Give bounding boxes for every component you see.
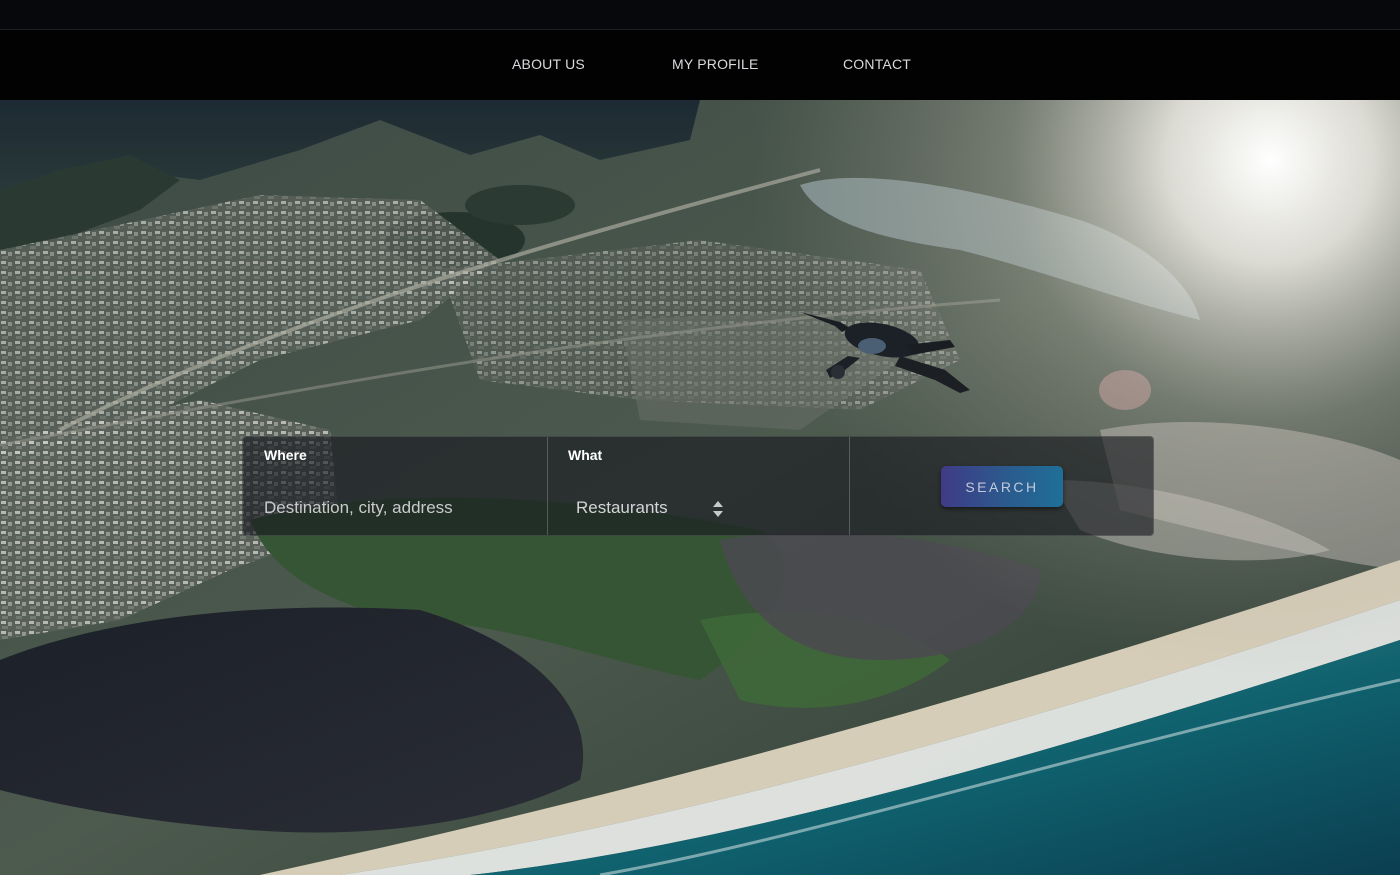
what-label: What: [568, 447, 603, 463]
select-arrows-icon: [713, 501, 723, 517]
search-action-group: SEARCH: [850, 437, 1153, 535]
nav-my-profile-link[interactable]: MY PROFILE: [672, 56, 759, 72]
nav-contact-link[interactable]: CONTACT: [843, 56, 911, 72]
main-navigation: ABOUT US MY PROFILE CONTACT: [0, 30, 1400, 100]
nav-about-us-link[interactable]: ABOUT US: [512, 56, 585, 72]
browser-top-strip: [0, 0, 1400, 30]
what-field-group: What Restaurants: [548, 437, 850, 535]
where-field-group: Where: [243, 437, 548, 535]
what-select[interactable]: Restaurants: [576, 495, 731, 523]
where-input[interactable]: [264, 495, 534, 521]
what-select-value: Restaurants: [576, 498, 668, 517]
search-bar: Where What Restaurants SEARCH: [242, 436, 1154, 536]
where-label: Where: [264, 447, 307, 463]
search-button[interactable]: SEARCH: [941, 466, 1063, 507]
